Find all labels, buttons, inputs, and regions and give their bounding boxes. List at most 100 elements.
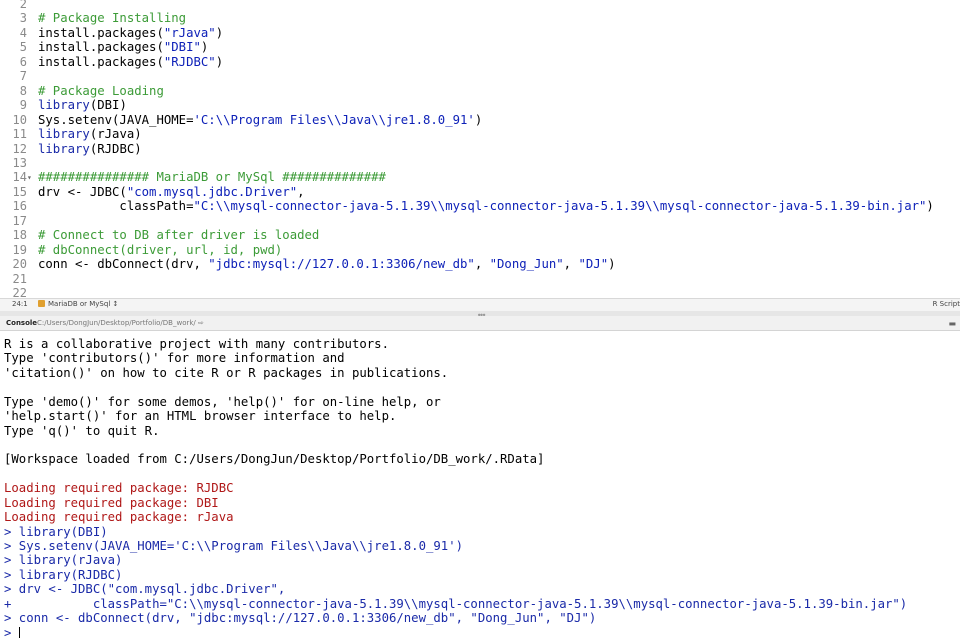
line-number: 14 <box>12 170 27 185</box>
code-text: library(RJDBC) <box>38 142 142 156</box>
console-line: 'citation()' on how to cite R or R packa… <box>4 366 448 380</box>
line-number: 2 <box>19 0 27 11</box>
console-line: > conn <- dbConnect(drv, "jdbc:mysql://1… <box>4 611 596 625</box>
console-text: > library(RJDBC) <box>4 567 123 582</box>
line-number: 9 <box>19 98 27 113</box>
code-token: "RJDBC" <box>163 54 216 69</box>
code-token: classPath= <box>38 199 194 214</box>
code-token: ) <box>200 40 209 55</box>
console-line: Loading required package: DBI <box>4 496 219 510</box>
code-text: # Package Installing <box>38 11 187 26</box>
console-line: + classPath="C:\\mysql-connector-java-5.… <box>4 597 907 611</box>
code-token: install.packages( <box>38 25 164 40</box>
code-token: library <box>38 98 90 113</box>
console-text: > conn <- dbConnect(drv, "jdbc:mysql://1… <box>4 611 597 626</box>
code-token: ) <box>926 199 934 214</box>
source-editor[interactable]: 2 3 # Package Installing 4 install.packages(… <box>0 0 960 298</box>
code-token: 'C:\\Program Files\\Java\\jre1.8.0_91' <box>193 112 475 127</box>
code-text: install.packages("rJava") <box>38 26 223 40</box>
code-text: Sys.setenv(JAVA_HOME='C:\\Program Files\… <box>38 113 482 127</box>
fold-arrow-icon[interactable]: ▾ <box>27 171 32 185</box>
go-to-directory-icon: ⇨ <box>198 319 204 327</box>
code-token: library <box>38 127 90 142</box>
scope-label: MariaDB or MySql <box>48 300 111 308</box>
code-token: "C:\\mysql-connector-java-5.1.39\\mysql-… <box>193 199 927 214</box>
console-line: Loading required package: RJDBC <box>4 481 234 495</box>
console-text: R is a collaborative project with many c… <box>4 337 389 351</box>
console-line: > drv <- JDBC("com.mysql.jdbc.Driver", <box>4 582 285 596</box>
line-number: 11 <box>12 127 27 142</box>
console-line: > Sys.setenv(JAVA_HOME='C:\\Program File… <box>4 539 463 553</box>
console-text: Type 'demo()' for some demos, 'help()' f… <box>4 394 441 409</box>
line-number: 19 <box>12 242 27 257</box>
console-text: > library(rJava) <box>4 553 123 568</box>
code-token: "DBI" <box>163 40 201 55</box>
code-text: ############### MariaDB or MySql #######… <box>38 170 386 185</box>
code-text: library(rJava) <box>38 127 142 141</box>
code-text: install.packages("DBI") <box>38 40 208 54</box>
code-text: conn <- dbConnect(drv, "jdbc:mysql://127… <box>38 257 616 271</box>
console-line: > library(DBI) <box>4 525 108 539</box>
console-text: > library(DBI) <box>4 524 108 539</box>
code-text: classPath="C:\\mysql-connector-java-5.1.… <box>38 199 934 214</box>
console-text: Loading required package: rJava <box>4 510 234 525</box>
console-text: > Sys.setenv(JAVA_HOME='C:\\Program File… <box>4 539 464 554</box>
console-text: + classPath="C:\\mysql-connector-java-5.… <box>4 596 908 611</box>
code-token: conn <- dbConnect(drv, <box>38 257 209 272</box>
console-text: > <box>4 625 19 638</box>
code-token: , <box>474 257 490 272</box>
console-line: 'help.start()' for an HTML browser inter… <box>4 409 396 423</box>
console-text: Loading required package: RJDBC <box>4 481 234 496</box>
code-token: "Dong_Jun" <box>489 257 564 272</box>
console-text: Loading required package: DBI <box>4 495 219 510</box>
file-type-selector[interactable]: R Script <box>933 300 960 308</box>
console-text: 'help.start()' for an HTML browser inter… <box>4 409 397 424</box>
console-line: R is a collaborative project with many c… <box>4 337 389 351</box>
console-line: [Workspace loaded from C:/Users/DongJun/… <box>4 452 544 466</box>
console-line: > library(RJDBC) <box>4 568 122 582</box>
line-number: 8 <box>19 83 27 98</box>
working-directory-path: C:/Users/DongJun/Desktop/Portfolio/DB_wo… <box>37 319 196 327</box>
console-header: Console C:/Users/DongJun/Desktop/Portfol… <box>0 316 960 331</box>
code-text: library(DBI) <box>38 98 127 112</box>
code-token: Sys.setenv(JAVA_HOME= <box>38 112 194 127</box>
line-number: 13 <box>12 155 27 170</box>
line-number: 20 <box>12 257 27 272</box>
code-token: "DJ" <box>578 257 609 272</box>
code-text: # Package Loading <box>38 83 164 98</box>
line-number: 3 <box>19 11 27 26</box>
clear-console-icon[interactable]: ▬ <box>948 319 956 328</box>
working-directory[interactable]: C:/Users/DongJun/Desktop/Portfolio/DB_wo… <box>37 319 204 327</box>
code-token: ) <box>474 112 483 127</box>
code-text: install.packages("RJDBC") <box>38 55 223 69</box>
console-text: > drv <- JDBC("com.mysql.jdbc.Driver", <box>4 582 286 597</box>
code-token: , <box>563 257 579 272</box>
code-text: drv <- JDBC("com.mysql.jdbc.Driver", <box>38 185 305 199</box>
code-token: ) <box>608 257 616 272</box>
console-prompt[interactable]: > <box>4 626 20 638</box>
line-number: 22 <box>12 286 27 298</box>
console-text: [Workspace loaded from C:/Users/DongJun/… <box>4 452 545 467</box>
console-line: Type 'contributors()' for more informati… <box>4 351 345 365</box>
line-number: 4 <box>19 25 27 40</box>
line-number: 7 <box>19 69 27 84</box>
code-token: (rJava) <box>89 127 142 142</box>
code-token: ) <box>215 54 224 69</box>
line-number: 15 <box>12 184 27 199</box>
section-icon <box>38 300 45 307</box>
console-output[interactable]: R is a collaborative project with many c… <box>0 331 960 638</box>
code-text: # Connect to DB after driver is loaded <box>38 228 320 243</box>
code-token: "rJava" <box>163 25 216 40</box>
code-token: ) <box>215 25 224 40</box>
text-caret <box>18 626 20 638</box>
line-number: 5 <box>19 40 27 55</box>
editor-status-bar: 24:1 MariaDB or MySql ↕ R Script <box>0 298 960 312</box>
line-number: 6 <box>19 54 27 69</box>
console-line: Type 'demo()' for some demos, 'help()' f… <box>4 395 441 409</box>
scope-selector[interactable]: MariaDB or MySql ↕ <box>38 300 118 308</box>
code-token: install.packages( <box>38 40 164 55</box>
console-text: Type 'q()' to quit R. <box>4 423 160 438</box>
console-text: Type 'contributors()' for more informati… <box>4 351 345 366</box>
line-number: 16 <box>12 199 27 214</box>
line-number: 18 <box>12 228 27 243</box>
